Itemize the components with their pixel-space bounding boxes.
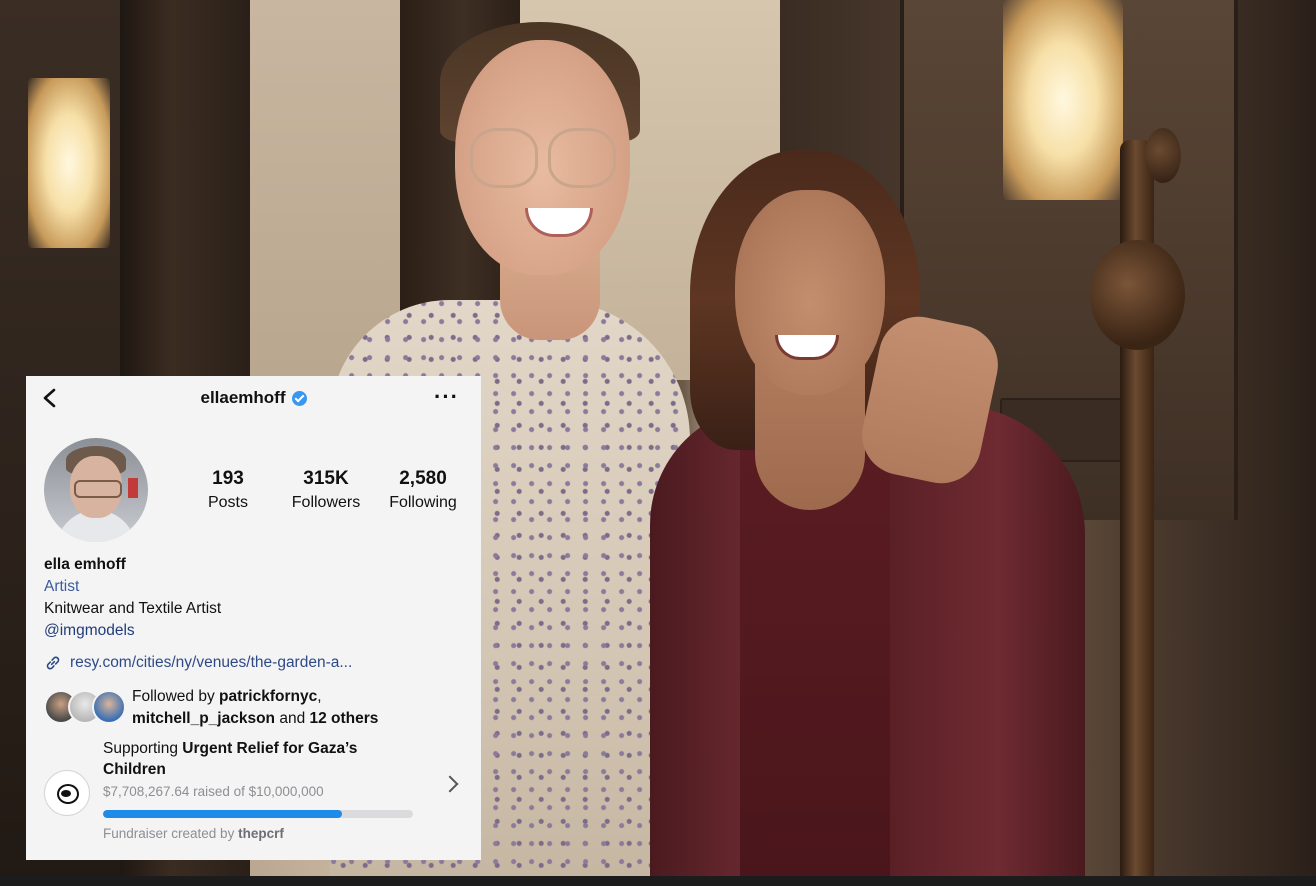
fundraiser-card[interactable]: Supporting Urgent Relief for Gaza’s Chil… (44, 738, 464, 848)
followers-count: 315K (303, 468, 349, 489)
fundraiser-creator: Fundraiser created by thepcrf (103, 826, 284, 841)
instagram-profile-card: ellaemhoff ··· 193 Posts 315K Followers … (26, 376, 481, 860)
category-label: Artist (44, 578, 80, 595)
followed-by-text: Followed by patrickfornyc, mitchell_p_ja… (132, 686, 378, 730)
profile-username-header: ellaemhoff (26, 388, 481, 408)
fundraiser-creator-prefix: Fundraiser created by (103, 826, 239, 841)
wall-sconce-right (1003, 0, 1123, 200)
more-options-icon[interactable]: ··· (434, 384, 459, 410)
posts-stat[interactable]: 193 Posts (183, 468, 273, 512)
separator: , (317, 688, 322, 705)
person-right-face (735, 190, 885, 395)
followers-label: Followers (291, 494, 361, 511)
link-icon (46, 656, 60, 670)
profile-avatar[interactable] (44, 438, 148, 542)
follower-username[interactable]: mitchell_p_jackson (132, 710, 275, 727)
fundraiser-progress-bar (103, 810, 413, 818)
others-count[interactable]: 12 others (310, 710, 379, 727)
posts-label: Posts (207, 494, 248, 511)
website-link[interactable]: resy.com/cities/ny/venues/the-garden-a..… (44, 654, 352, 672)
fundraiser-progress-fill (103, 810, 342, 818)
username: ellaemhoff (200, 388, 286, 407)
bio-description: Knitwear and Textile Artist (44, 600, 222, 617)
avatar-background-detail (128, 478, 138, 498)
person-left-glasses (470, 128, 616, 190)
following-count: 2,580 (399, 468, 447, 489)
fundraiser-amount: $7,708,267.64 raised of $10,000,000 (103, 784, 324, 799)
follower-avatar (92, 690, 126, 724)
wall-sconce-left (28, 78, 110, 248)
posts-count: 193 (212, 468, 244, 489)
verified-badge-icon (291, 390, 307, 406)
bottom-strip (0, 876, 1316, 886)
avatar-glasses (74, 480, 122, 498)
conjunction: and (275, 710, 310, 727)
followers-stat[interactable]: 315K Followers (281, 468, 371, 512)
followed-by[interactable]: Followed by patrickfornyc, mitchell_p_ja… (44, 686, 464, 730)
coat-rack-hooks (1090, 240, 1185, 350)
bio-mention-link[interactable]: @imgmodels (44, 620, 221, 642)
chevron-right-icon[interactable] (441, 775, 459, 793)
following-stat[interactable]: 2,580 Following (378, 468, 468, 512)
display-name: ella emhoff (44, 556, 126, 573)
website-url: resy.com/cities/ny/venues/the-garden-a..… (70, 654, 353, 671)
followed-by-prefix: Followed by (132, 688, 220, 705)
fundraiser-title: Supporting Urgent Relief for Gaza’s Chil… (103, 738, 423, 780)
follower-username[interactable]: patrickfornyc (219, 688, 317, 705)
profile-header-bar: ellaemhoff ··· (26, 376, 481, 420)
fundraiser-creator-name[interactable]: thepcrf (238, 826, 284, 841)
fundraiser-prefix: Supporting (103, 740, 183, 757)
coat-rack-finial (1145, 128, 1181, 183)
fundraiser-heart-icon (44, 770, 90, 816)
profile-bio: ella emhoff Artist Knitwear and Textile … (44, 554, 221, 642)
following-label: Following (389, 494, 457, 511)
